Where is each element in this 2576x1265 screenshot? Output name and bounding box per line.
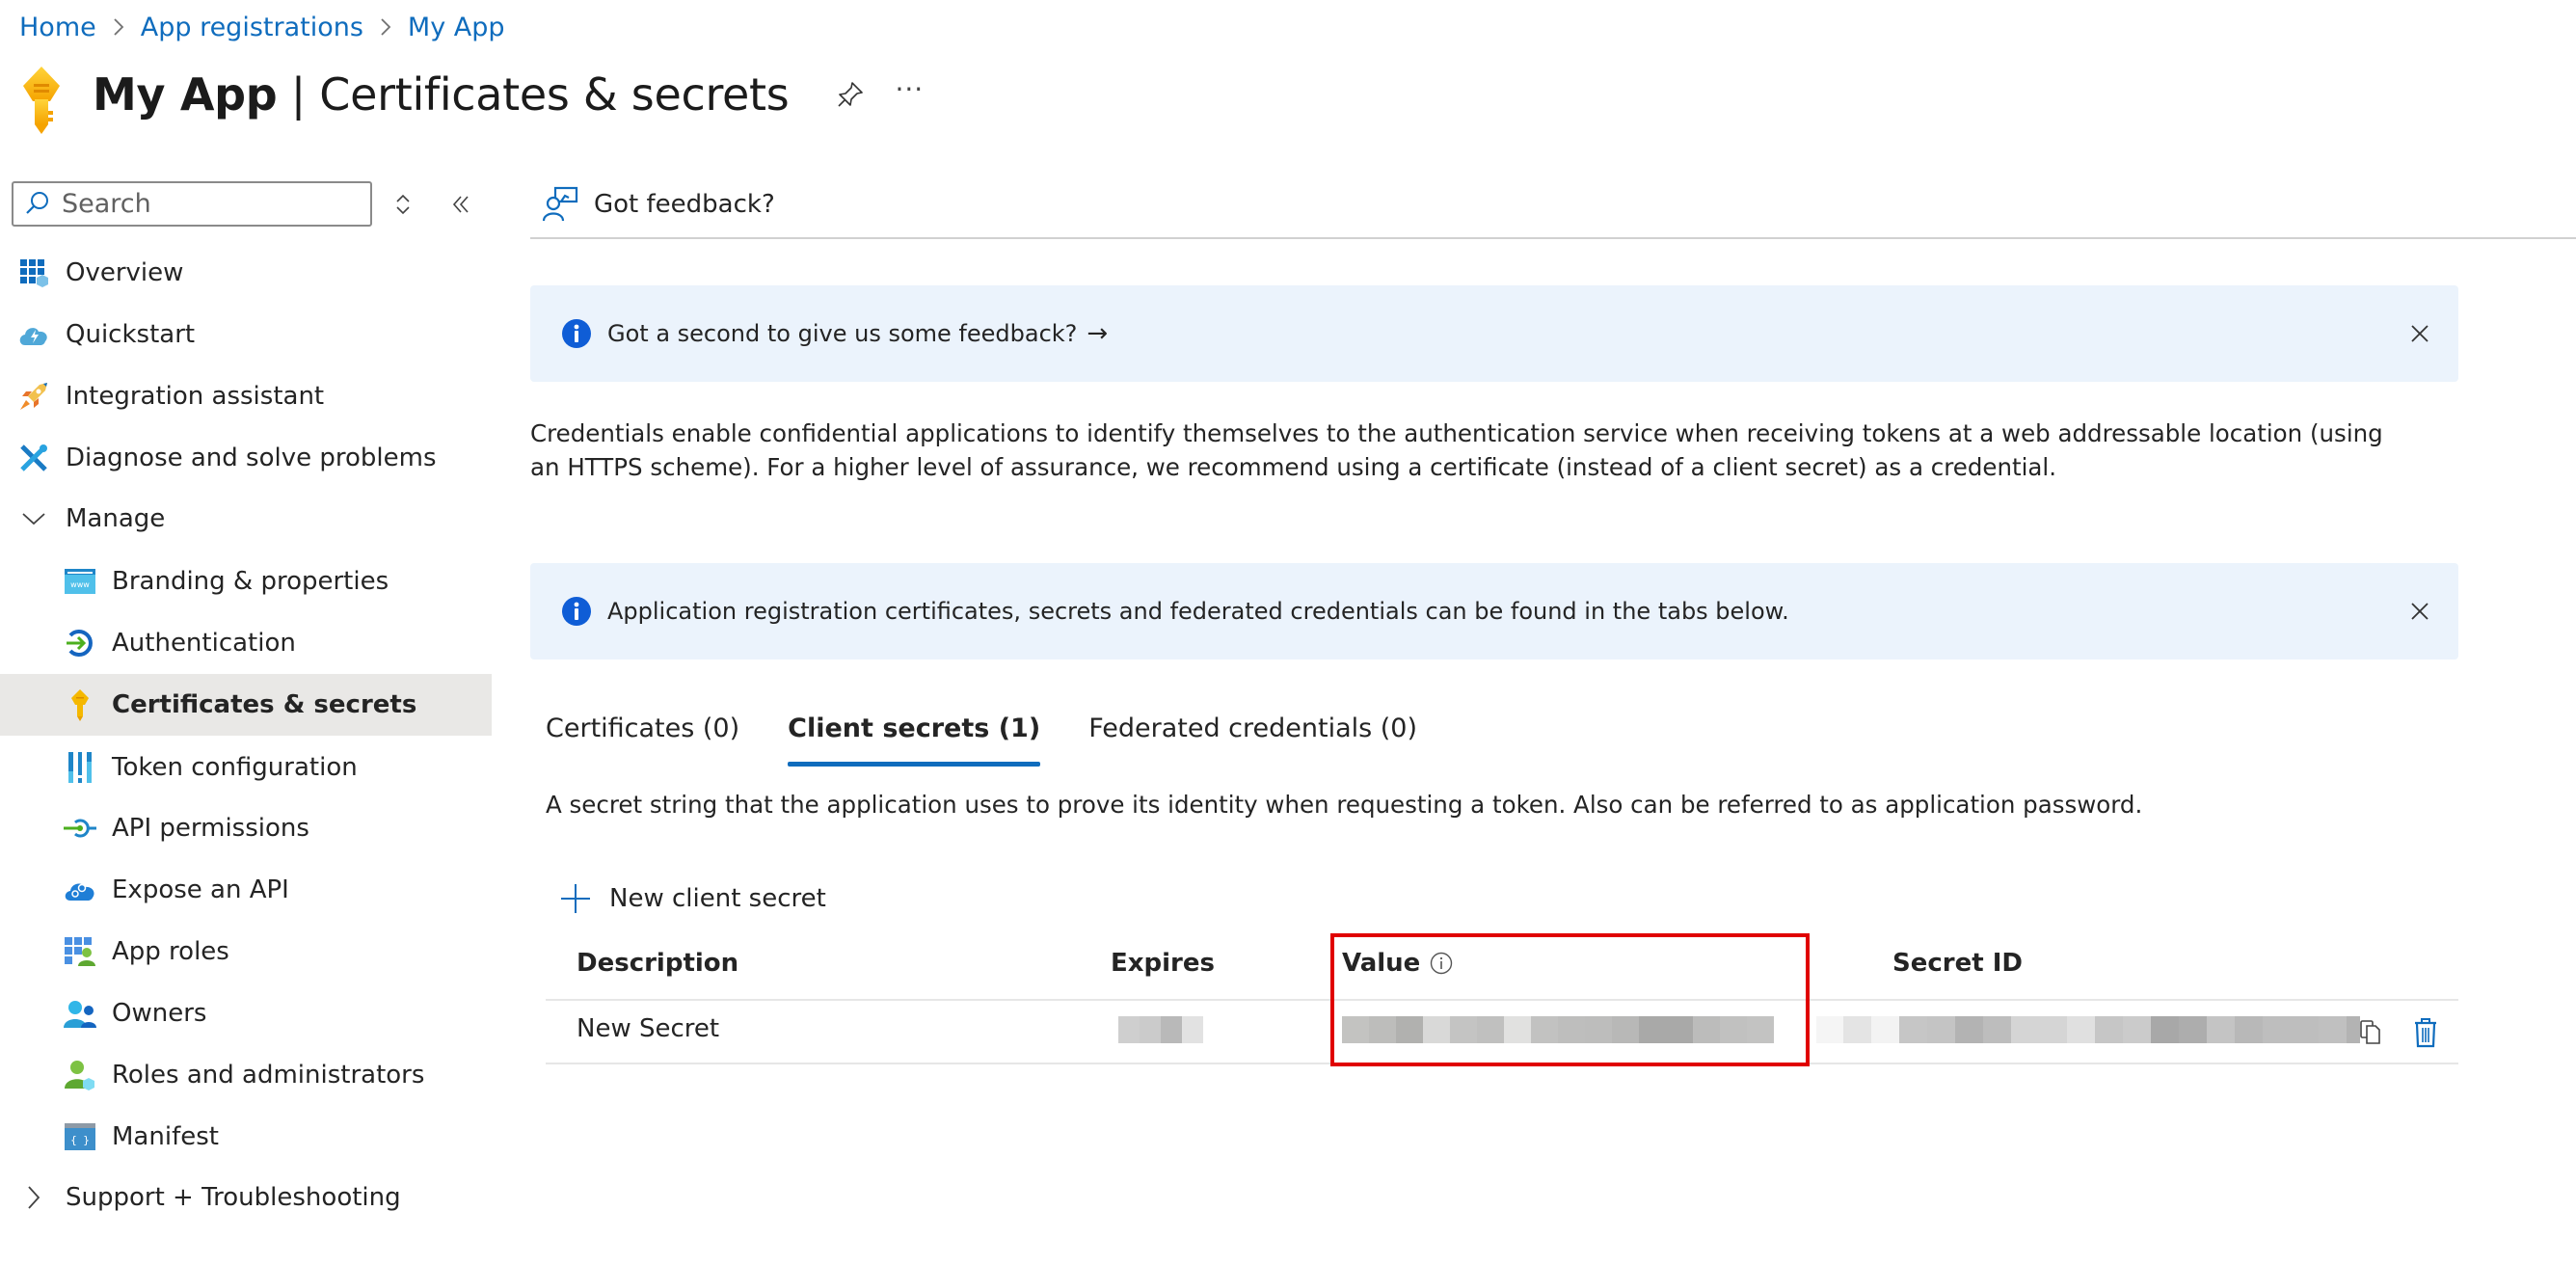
plus-icon (559, 882, 592, 915)
page-title: My App | Certificates & secrets (93, 68, 790, 121)
sidebar-item-label: Owners (112, 999, 207, 1028)
info-banner: Application registration certificates, s… (530, 563, 2458, 659)
pin-icon[interactable] (831, 75, 870, 114)
sidebar-item-label: Manage (66, 504, 166, 533)
app-roles-icon (64, 935, 96, 968)
close-icon[interactable] (2404, 318, 2435, 349)
sidebar-item-label: Overview (66, 258, 184, 287)
column-header-secret-id[interactable]: Secret ID (1892, 949, 2023, 978)
banner-text: Got a second to give us some feedback? (607, 320, 1078, 347)
sidebar-item-integration-assistant[interactable]: Integration assistant (0, 366, 492, 426)
owners-icon (64, 997, 96, 1030)
new-client-secret-label: New client secret (609, 884, 826, 913)
manifest-braces-icon: { } (64, 1120, 96, 1153)
token-bars-icon (64, 751, 96, 784)
sidebar-item-branding[interactable]: www Branding & properties (0, 552, 492, 611)
sort-toggle-button[interactable] (386, 187, 420, 222)
cell-expires-redacted (1118, 1016, 1203, 1043)
roles-admin-icon (64, 1059, 96, 1091)
close-icon[interactable] (2404, 596, 2435, 627)
column-header-description[interactable]: Description (577, 949, 738, 978)
search-icon (25, 190, 50, 219)
sidebar-item-quickstart[interactable]: Quickstart (0, 305, 492, 364)
credential-tabs: Certificates (0) Client secrets (1) Fede… (546, 712, 1465, 773)
feedback-banner: Got a second to give us some feedback? → (530, 285, 2458, 382)
breadcrumb: Home App registrations My App (19, 6, 505, 48)
credentials-description: Credentials enable confidential applicat… (530, 419, 2383, 481)
www-window-icon: www (64, 565, 96, 598)
sidebar-item-manifest[interactable]: { } Manifest (0, 1107, 492, 1167)
sidebar-item-expose-api[interactable]: Expose an API (0, 860, 492, 920)
sidebar-item-label: API permissions (112, 814, 309, 843)
sidebar-item-label: Token configuration (112, 753, 358, 782)
copy-icon[interactable] (2354, 1016, 2387, 1049)
svg-text:www: www (70, 580, 90, 589)
chevron-right-icon (17, 1181, 50, 1214)
sidebar-item-label: Quickstart (66, 320, 196, 349)
sidebar-item-label: Support + Troubleshooting (66, 1183, 401, 1212)
wrench-screwdriver-icon (17, 442, 50, 474)
page-header: My App | Certificates & secrets ··· (17, 56, 924, 134)
sidebar-item-diagnose[interactable]: Diagnose and solve problems (0, 428, 492, 488)
sidebar-item-roles-administrators[interactable]: Roles and administrators (0, 1045, 492, 1105)
got-feedback-label: Got feedback? (594, 190, 775, 219)
cell-description: New Secret (577, 1014, 720, 1043)
chevron-right-icon (379, 16, 392, 38)
sidebar-item-label: Roles and administrators (112, 1061, 425, 1090)
sidebar-item-authentication[interactable]: Authentication (0, 613, 492, 673)
got-feedback-button[interactable]: Got feedback? (542, 183, 775, 226)
sidebar-item-token-configuration[interactable]: Token configuration (0, 738, 492, 797)
cloud-gears-icon (64, 874, 96, 906)
overview-grid-icon (17, 256, 50, 289)
sidebar-item-owners[interactable]: Owners (0, 983, 492, 1043)
sidebar-group-support[interactable]: Support + Troubleshooting (0, 1168, 492, 1227)
sidebar-item-app-roles[interactable]: App roles (0, 922, 492, 982)
sidebar-group-manage[interactable]: Manage (0, 489, 492, 549)
key-icon (17, 65, 66, 134)
arrow-right-icon[interactable]: → (1087, 319, 1108, 348)
sidebar-item-label: App roles (112, 937, 229, 966)
sidebar-item-label: Branding & properties (112, 567, 389, 596)
new-client-secret-button[interactable]: New client secret (559, 877, 826, 920)
value-highlight-box (1330, 933, 1810, 1066)
api-permissions-icon (64, 812, 96, 845)
info-icon (561, 318, 592, 349)
rocket-icon (17, 380, 50, 413)
sidebar-item-label: Integration assistant (66, 382, 325, 411)
sidebar-item-label: Diagnose and solve problems (66, 444, 437, 472)
banner-text: Application registration certificates, s… (607, 598, 1789, 625)
sidebar-item-label: Manifest (112, 1122, 219, 1151)
breadcrumb-app-registrations[interactable]: App registrations (141, 13, 363, 42)
sidebar-item-api-permissions[interactable]: API permissions (0, 798, 492, 858)
tab-federated-credentials[interactable]: Federated credentials (0) (1088, 712, 1417, 773)
sidebar-search[interactable] (12, 181, 372, 227)
more-options-button[interactable]: ··· (895, 73, 924, 105)
key-icon (64, 688, 96, 721)
svg-text:{ }: { } (70, 1134, 90, 1146)
chevron-down-icon (17, 502, 50, 535)
info-icon (561, 596, 592, 627)
feedback-person-icon (542, 186, 578, 223)
cell-secret-id-redacted (1816, 1016, 2360, 1043)
delete-icon[interactable] (2409, 1016, 2442, 1049)
sidebar-item-label: Expose an API (112, 875, 289, 904)
chevron-right-icon (112, 16, 125, 38)
column-header-expires[interactable]: Expires (1111, 949, 1215, 978)
command-bar-divider (530, 237, 2576, 239)
breadcrumb-my-app[interactable]: My App (408, 13, 505, 42)
breadcrumb-home[interactable]: Home (19, 13, 96, 42)
sidebar-item-label: Certificates & secrets (112, 690, 417, 719)
sidebar-item-label: Authentication (112, 629, 296, 658)
tab-client-secrets[interactable]: Client secrets (1) (788, 712, 1041, 773)
sidebar-item-certificates-secrets[interactable]: Certificates & secrets (0, 674, 492, 736)
client-secrets-description: A secret string that the application use… (546, 791, 2143, 819)
tab-certificates[interactable]: Certificates (0) (546, 712, 739, 773)
sign-in-arrow-icon (64, 627, 96, 659)
collapse-sidebar-button[interactable] (443, 187, 478, 222)
search-input[interactable] (62, 189, 351, 219)
sidebar-item-overview[interactable]: Overview (0, 243, 492, 303)
cloud-lightning-icon (17, 318, 50, 351)
